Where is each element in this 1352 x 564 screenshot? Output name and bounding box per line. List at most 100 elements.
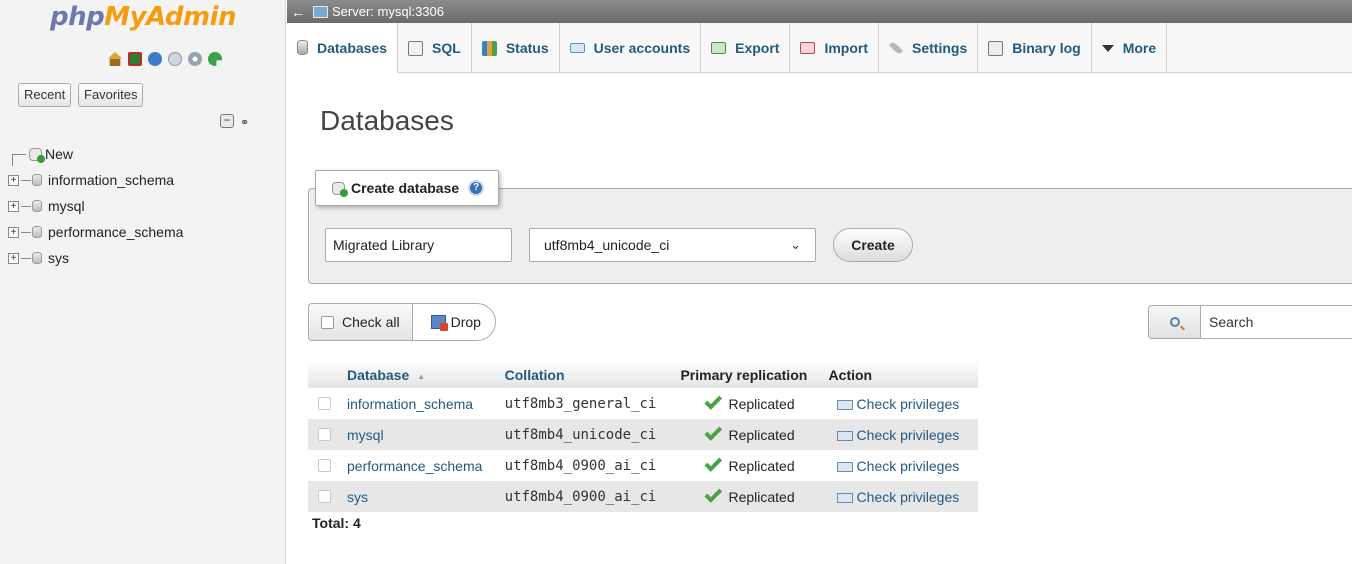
row-checkbox[interactable] bbox=[318, 397, 331, 410]
privileges-icon bbox=[836, 492, 853, 503]
database-icon bbox=[32, 226, 42, 238]
row-checkbox[interactable] bbox=[318, 428, 331, 441]
database-link[interactable]: information_schema bbox=[344, 388, 502, 419]
tree-item-mysql[interactable]: + mysql bbox=[8, 193, 183, 219]
tree-item-performance-schema[interactable]: + performance_schema bbox=[8, 219, 183, 245]
collation-cell: utf8mb4_0900_ai_ci bbox=[501, 450, 678, 481]
settings-icon[interactable] bbox=[188, 52, 202, 66]
database-link[interactable]: mysql bbox=[344, 419, 502, 450]
check-privileges-label[interactable]: Check privileges bbox=[857, 427, 960, 443]
reload-icon[interactable] bbox=[208, 52, 222, 66]
database-link[interactable]: sys bbox=[344, 481, 502, 512]
tree-branch-line bbox=[21, 231, 31, 233]
table-row: mysql utf8mb4_unicode_ci Replicated Chec… bbox=[308, 419, 978, 450]
tree-item-label[interactable]: sys bbox=[48, 250, 69, 266]
new-database-icon bbox=[29, 147, 45, 163]
tab-export[interactable]: Export bbox=[701, 23, 791, 73]
sql-docs-icon[interactable] bbox=[168, 52, 182, 66]
link-with-main-panel-icon[interactable]: ⚭ bbox=[240, 116, 249, 129]
privileges-icon bbox=[836, 399, 853, 410]
binary-log-icon bbox=[988, 40, 1004, 56]
tab-status[interactable]: Status bbox=[472, 23, 560, 73]
header-primary-replication: Primary replication bbox=[677, 361, 826, 388]
tab-sql[interactable]: SQL bbox=[398, 23, 472, 73]
collation-cell: utf8mb4_unicode_ci bbox=[501, 419, 678, 450]
replication-cell: Replicated bbox=[677, 419, 826, 450]
header-collation[interactable]: Collation bbox=[501, 361, 678, 388]
check-privileges-label[interactable]: Check privileges bbox=[857, 489, 960, 505]
check-privileges-link[interactable]: Check privileges bbox=[825, 388, 978, 419]
expand-icon[interactable]: + bbox=[8, 226, 19, 238]
expand-icon[interactable]: + bbox=[8, 252, 19, 264]
row-checkbox[interactable] bbox=[318, 459, 331, 472]
check-privileges-label[interactable]: Check privileges bbox=[857, 458, 960, 474]
drop-button[interactable]: Drop bbox=[411, 303, 496, 341]
back-arrow-icon[interactable]: ← bbox=[291, 4, 305, 20]
tab-import[interactable]: Import bbox=[790, 23, 880, 73]
check-privileges-label[interactable]: Check privileges bbox=[857, 396, 960, 412]
create-button[interactable]: Create bbox=[833, 228, 913, 262]
expand-icon[interactable]: + bbox=[8, 200, 19, 212]
databases-icon bbox=[297, 40, 308, 55]
check-privileges-link[interactable]: Check privileges bbox=[825, 481, 978, 512]
privileges-icon bbox=[836, 430, 853, 441]
tab-databases-label: Databases bbox=[317, 39, 388, 56]
database-icon bbox=[32, 252, 42, 264]
docs-icon[interactable] bbox=[148, 52, 162, 66]
table-row: performance_schema utf8mb4_0900_ai_ci Re… bbox=[308, 450, 978, 481]
row-checkbox-cell bbox=[308, 419, 344, 450]
privileges-icon bbox=[836, 461, 853, 472]
tab-settings[interactable]: Settings bbox=[879, 23, 979, 73]
create-database-title: Create database bbox=[351, 180, 460, 196]
tab-status-label: Status bbox=[505, 40, 549, 56]
expand-icon[interactable]: + bbox=[8, 174, 19, 186]
tab-binary-log-label: Binary log bbox=[1012, 40, 1081, 56]
logo-php-text: php bbox=[49, 2, 105, 32]
bulk-actions: Check all Drop bbox=[308, 303, 496, 341]
check-privileges-link[interactable]: Check privileges bbox=[825, 450, 978, 481]
tree-item-information-schema[interactable]: + information_schema bbox=[8, 167, 183, 193]
phpmyadmin-logo[interactable]: phpMyAdmin bbox=[0, 2, 286, 32]
collation-select[interactable]: utf8mb4_unicode_ci ⌄ bbox=[529, 228, 816, 262]
help-icon[interactable]: ? bbox=[468, 180, 485, 196]
search-icon-box bbox=[1148, 305, 1200, 339]
tree-item-new-label[interactable]: New bbox=[45, 146, 73, 162]
collation-select-value: utf8mb4_unicode_ci bbox=[544, 237, 670, 253]
database-name-input[interactable] bbox=[325, 228, 512, 262]
check-mark-icon bbox=[704, 422, 723, 441]
check-all-checkbox[interactable] bbox=[321, 315, 334, 329]
table-header-row: Database ▲ Collation Primary replication … bbox=[308, 361, 978, 388]
breadcrumb: ← Server: mysql:3306 bbox=[287, 0, 1352, 23]
tab-databases[interactable]: Databases bbox=[287, 23, 399, 73]
replication-status: Replicated bbox=[728, 457, 795, 474]
check-all-button[interactable]: Check all bbox=[308, 303, 412, 341]
logout-icon[interactable] bbox=[128, 52, 142, 66]
recent-tables-button[interactable]: Recent bbox=[18, 83, 72, 107]
import-icon bbox=[800, 42, 816, 54]
tree-item-label[interactable]: information_schema bbox=[48, 172, 174, 188]
tab-user-accounts[interactable]: User accounts bbox=[560, 23, 702, 73]
tab-more[interactable]: More bbox=[1092, 23, 1168, 73]
tab-binary-log[interactable]: Binary log bbox=[978, 23, 1092, 73]
logo-myadmin-text: MyAdmin bbox=[104, 2, 236, 32]
check-privileges-link[interactable]: Check privileges bbox=[825, 419, 978, 450]
tree-item-label[interactable]: mysql bbox=[48, 198, 85, 214]
collapse-all-icon[interactable]: − bbox=[220, 114, 234, 128]
table-row: sys utf8mb4_0900_ai_ci Replicated Check … bbox=[308, 481, 978, 512]
tree-branch-line bbox=[21, 257, 31, 259]
header-database[interactable]: Database ▲ bbox=[344, 361, 502, 388]
search-input[interactable] bbox=[1200, 305, 1352, 339]
header-action: Action bbox=[825, 361, 978, 388]
favorite-tables-button[interactable]: Favorites bbox=[78, 83, 144, 107]
tree-item-new[interactable]: New bbox=[8, 141, 183, 167]
database-link[interactable]: performance_schema bbox=[344, 450, 502, 481]
header-database-label[interactable]: Database bbox=[347, 367, 409, 383]
tree-item-sys[interactable]: + sys bbox=[8, 245, 183, 271]
server-breadcrumb-link[interactable]: Server: mysql:3306 bbox=[332, 4, 444, 19]
home-icon[interactable] bbox=[108, 52, 122, 66]
replication-cell: Replicated bbox=[677, 388, 826, 419]
status-icon bbox=[481, 40, 497, 56]
tree-item-label[interactable]: performance_schema bbox=[48, 224, 183, 240]
row-checkbox[interactable] bbox=[318, 490, 331, 503]
page-title: Databases bbox=[320, 105, 454, 136]
